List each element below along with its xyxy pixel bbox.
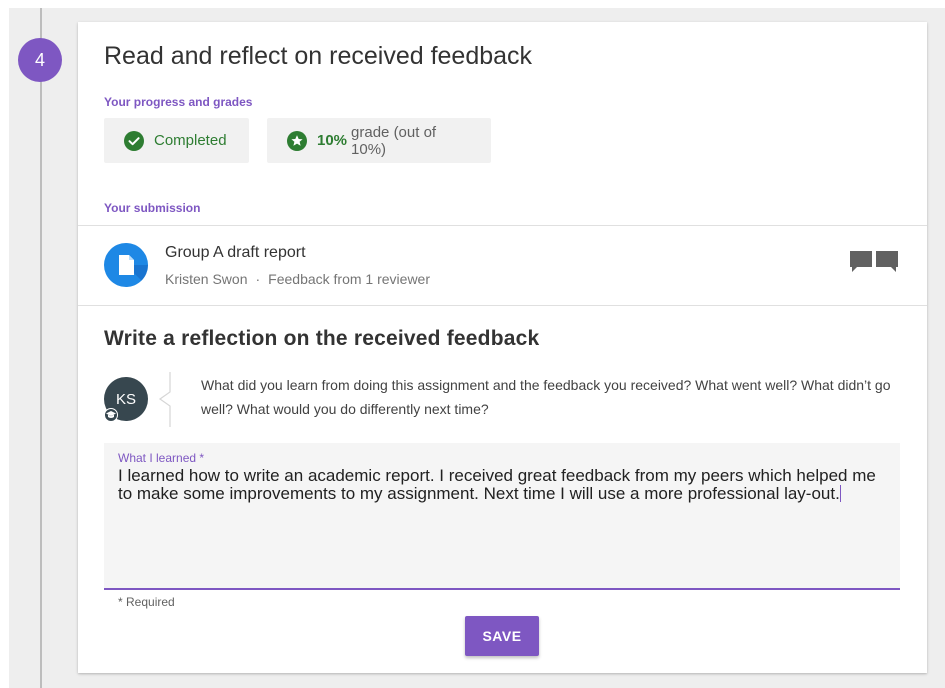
grade-value: 10% — [317, 132, 348, 149]
timeline-line — [40, 8, 42, 688]
comments-icon[interactable] — [849, 250, 899, 279]
submission-section-label: Your submission — [104, 201, 201, 215]
meta-separator: · — [255, 271, 261, 287]
completed-status-chip: Completed — [104, 118, 249, 163]
speech-bubble-pointer — [158, 372, 171, 427]
required-note: * Required — [118, 595, 175, 609]
submission-meta: Kristen Swon · Feedback from 1 reviewer — [165, 271, 430, 287]
submission-author: Kristen Swon — [165, 271, 248, 287]
card-title: Read and reflect on received feedback — [104, 42, 533, 70]
step-number-badge: 4 — [18, 38, 62, 82]
grade-chip: 10% grade (out of 10%) — [267, 118, 491, 163]
reflection-textarea[interactable]: What I learned * I learned how to write … — [104, 443, 900, 590]
text-caret — [839, 485, 841, 502]
reflection-title: Write a reflection on the received feedb… — [104, 327, 540, 350]
star-circle-icon — [287, 130, 307, 151]
submission-title[interactable]: Group A draft report — [165, 244, 306, 262]
graduation-cap-icon — [104, 408, 118, 422]
activity-card: Read and reflect on received feedback Yo… — [78, 22, 927, 673]
save-button[interactable]: SAVE — [465, 616, 539, 656]
completed-status-label: Completed — [154, 132, 227, 149]
reflection-prompt: What did you learn from doing this assig… — [201, 377, 891, 417]
document-icon[interactable] — [104, 243, 148, 287]
divider — [78, 305, 927, 306]
textarea-label: What I learned * — [118, 451, 205, 465]
submission-feedback-count: Feedback from 1 reviewer — [268, 271, 430, 287]
progress-section-label: Your progress and grades — [104, 95, 253, 109]
textarea-value[interactable]: I learned how to write an academic repor… — [118, 466, 876, 503]
grade-suffix: grade (out of 10%) — [351, 123, 437, 158]
check-circle-icon — [124, 130, 144, 151]
divider — [78, 225, 927, 226]
